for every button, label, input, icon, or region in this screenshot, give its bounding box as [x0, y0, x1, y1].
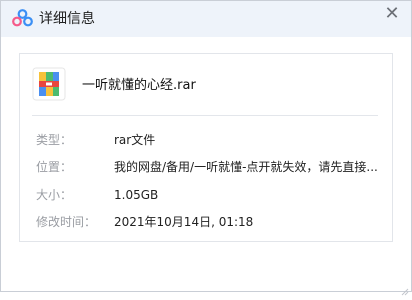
size-value: 1.05GB — [114, 188, 159, 202]
file-name: 一听就懂的心经.rar — [82, 78, 196, 93]
dialog-title: 详细信息 — [39, 11, 95, 27]
resize-grip-icon[interactable] — [401, 281, 409, 296]
type-value: rar文件 — [114, 133, 156, 147]
size-label: 大小： — [36, 188, 73, 202]
details-panel: 一听就懂的心经.rar 类型： rar文件 位置： 我的网盘/备用/一听就懂-点… — [19, 53, 393, 242]
rar-archive-icon — [32, 67, 66, 101]
location-path-link[interactable]: 我的网盘/备用/一听就懂-点开就失效，请先直接... — [114, 159, 382, 175]
divider — [32, 115, 378, 116]
type-label: 类型： — [36, 133, 73, 147]
location-label: 位置： — [36, 160, 73, 174]
baidu-netdisk-logo-icon — [12, 9, 33, 27]
title-bar[interactable]: 详细信息 ✕ — [1, 1, 411, 37]
close-icon[interactable]: ✕ — [379, 2, 405, 26]
file-details-dialog: 详细信息 ✕ 一听就懂的心经.rar 类型： rar文件 位置： 我的网盘/备用… — [0, 0, 412, 296]
modified-time-value: 2021年10月14日, 01:18 — [114, 215, 254, 229]
modified-time-label: 修改时间： — [36, 215, 97, 229]
